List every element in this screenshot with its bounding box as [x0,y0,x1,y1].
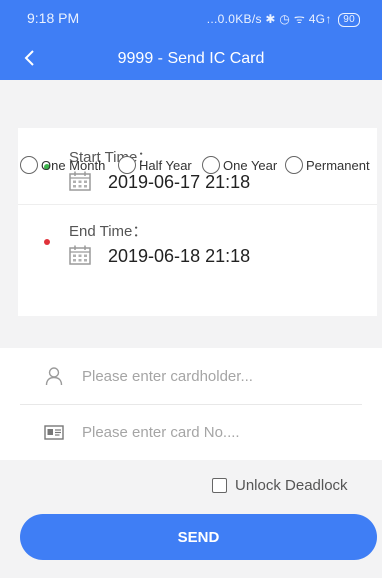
battery-icon: 90 [338,13,360,27]
radio-button[interactable] [20,156,38,174]
nav-bar: 9999 - Send IC Card [0,38,382,80]
radio-button[interactable] [285,156,303,174]
user-icon [45,367,63,386]
send-button[interactable]: SEND [20,514,377,560]
status-indicators: ...0.0KB/s ✱ ◷ ᯤ 4G↑ 90 [207,10,360,27]
unlock-deadlock-checkbox[interactable] [212,478,227,493]
end-time-label: End Time： [69,223,148,240]
period-label: One Year [223,157,278,173]
cardholder-input[interactable] [82,364,362,388]
status-time: 9:18 PM [27,10,80,26]
period-half-year[interactable]: Half Year [118,156,192,174]
id-card-icon [44,425,64,440]
card-number-row [0,404,382,460]
page-title: 9999 - Send IC Card [117,50,265,67]
period-label: Permanent [306,157,370,173]
card-form [0,348,382,460]
card-number-input[interactable] [82,420,362,444]
status-network-info: ...0.0KB/s ✱ ◷ ᯤ 4G↑ [206,12,332,26]
calendar-icon [69,245,91,265]
unlock-deadlock-option[interactable]: Unlock Deadlock [212,477,348,494]
period-label: One Month [41,157,106,173]
period-one-year[interactable]: One Year [202,156,277,174]
period-label: Half Year [139,157,192,173]
radio-button[interactable] [202,156,220,174]
period-permanent[interactable]: Permanent [285,156,370,174]
period-one-month[interactable]: One Month [20,156,105,174]
end-time-row[interactable]: End Time： 2019-06-18 21:18 [18,204,377,280]
end-time-value: 2019-06-18 21:18 [108,246,251,266]
cardholder-row [0,348,382,404]
radio-button[interactable] [118,156,136,174]
status-bar: 9:18 PM ...0.0KB/s ✱ ◷ ᯤ 4G↑ 90 [0,0,382,38]
unlock-deadlock-label: Unlock Deadlock [235,477,348,494]
end-dot [44,239,50,245]
period-options: One Month Half Year One Year Permanent [0,152,382,180]
